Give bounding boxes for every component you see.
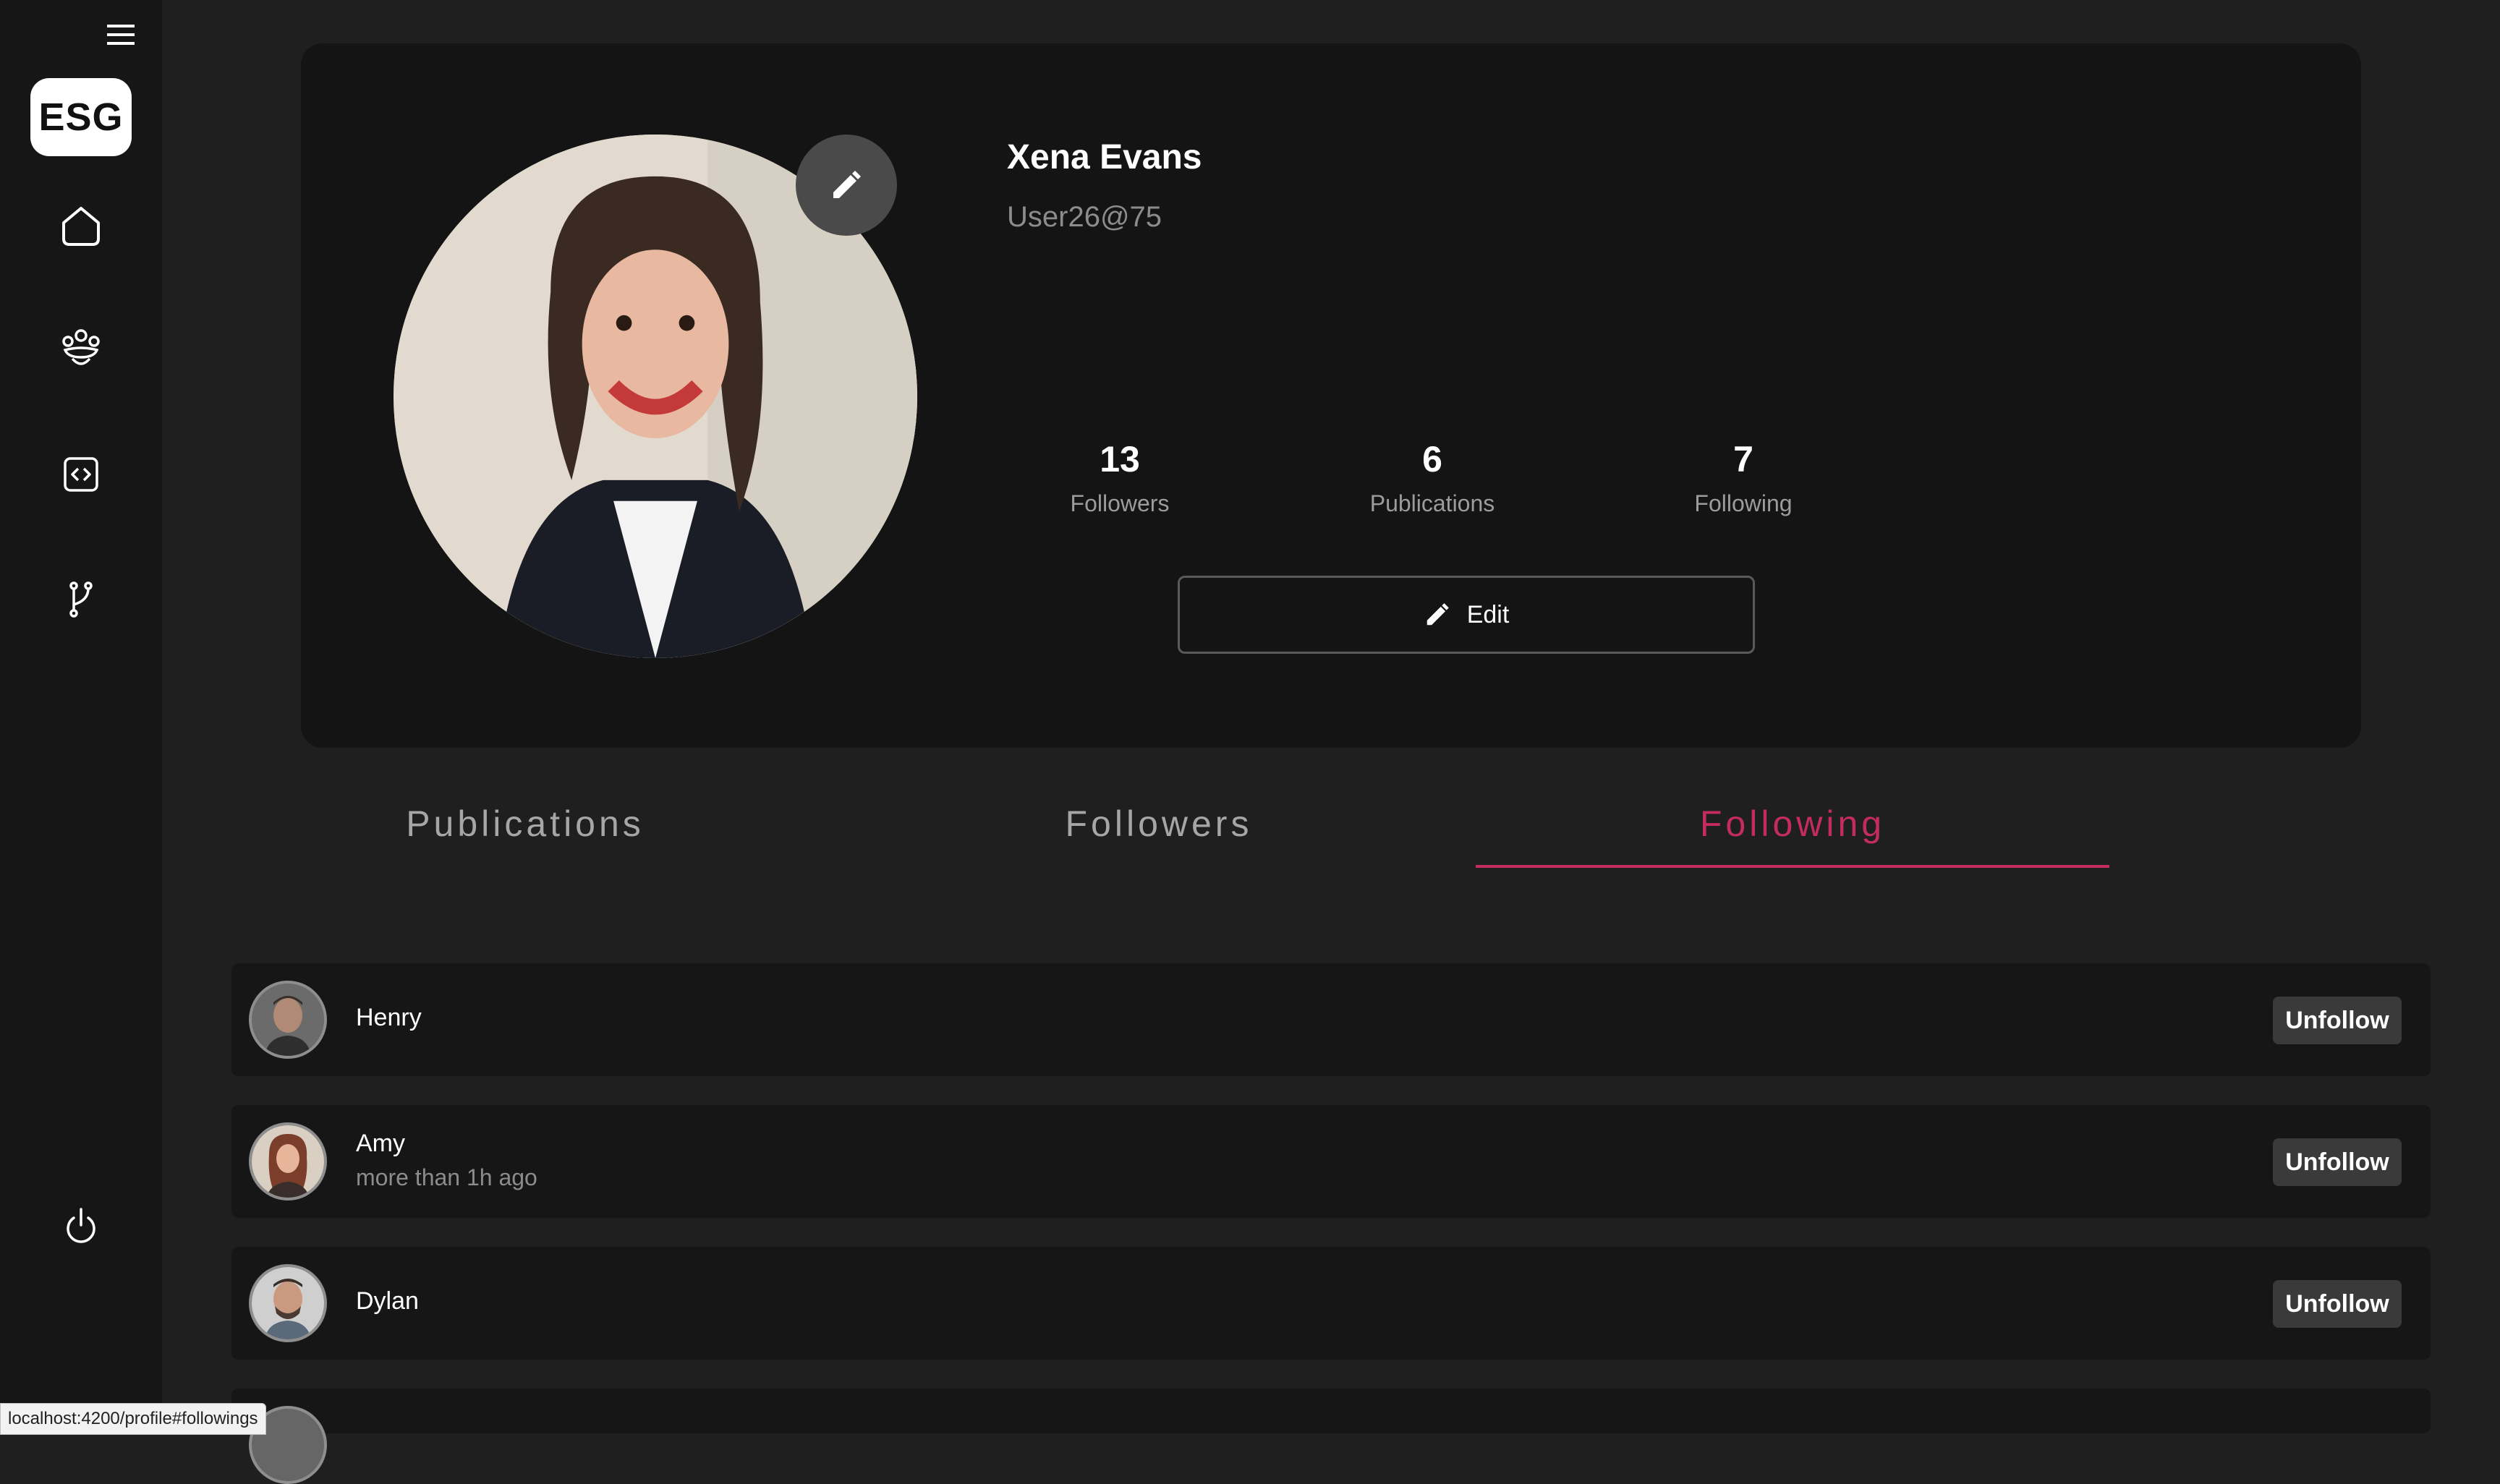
list-item-name: Dylan: [356, 1287, 419, 1315]
community-icon[interactable]: [58, 325, 104, 372]
list-item: [231, 1389, 2431, 1484]
stat-value: 13: [1100, 439, 1140, 479]
home-icon[interactable]: [58, 202, 104, 249]
unfollow-button[interactable]: Unfollow: [2273, 1138, 2402, 1186]
unfollow-button[interactable]: Unfollow: [2273, 997, 2402, 1044]
pencil-icon: [1427, 603, 1449, 626]
stat-label: Publications: [1369, 490, 1495, 516]
status-bar-url: localhost:4200/profile#followings: [0, 1403, 266, 1435]
stat-label: Followers: [1070, 490, 1170, 516]
edit-label: Edit: [1466, 600, 1510, 628]
profile-name: Xena Evans: [1007, 138, 1202, 176]
sidebar: ESG: [0, 0, 162, 1433]
stat-label: Following: [1694, 490, 1793, 516]
avatar[interactable]: [249, 981, 327, 1059]
list-item: Henry Unfollow: [231, 963, 2431, 1076]
menu-icon[interactable]: [104, 20, 139, 49]
list-item: Amy more than 1h ago Unfollow: [231, 1105, 2431, 1218]
tab-following[interactable]: Following: [1476, 803, 2109, 868]
power-icon[interactable]: [58, 1203, 104, 1250]
list-item: Dylan Unfollow: [231, 1247, 2431, 1360]
pencil-icon: [833, 171, 861, 198]
stat-value: 7: [1733, 439, 1753, 479]
stat-value: 6: [1422, 439, 1442, 479]
code-icon[interactable]: [58, 451, 104, 498]
edit-photo-button[interactable]: [796, 135, 897, 236]
edit-profile-button[interactable]: Edit: [1178, 576, 1755, 654]
unfollow-button[interactable]: Unfollow: [2273, 1280, 2402, 1328]
tab-publications[interactable]: Publications: [208, 803, 842, 865]
list-item-name: Henry: [356, 1004, 422, 1031]
profile-handle: User26@75: [1007, 201, 1162, 233]
avatar[interactable]: [249, 1122, 327, 1201]
stat-followers: 13 Followers: [1011, 438, 1228, 517]
profile-card: Xena Evans User26@75 13 Followers 6 Publ…: [301, 43, 2361, 748]
stat-following: 7 Following: [1635, 438, 1852, 517]
tab-followers[interactable]: Followers: [842, 803, 1476, 865]
list-item-name: Amy: [356, 1130, 405, 1157]
stat-publications: 6 Publications: [1324, 438, 1541, 517]
avatar[interactable]: [249, 1264, 327, 1342]
list-item-subtitle: more than 1h ago: [356, 1164, 537, 1190]
branch-icon[interactable]: [58, 576, 104, 622]
app-logo[interactable]: ESG: [30, 78, 132, 156]
